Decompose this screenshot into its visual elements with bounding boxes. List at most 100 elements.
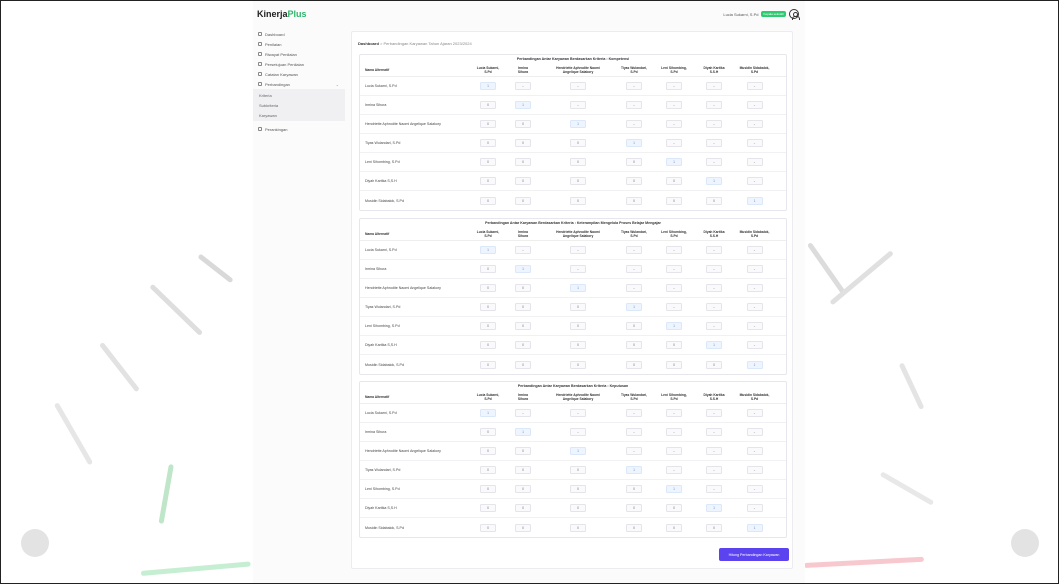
comparison-select[interactable]: ⌄ xyxy=(570,246,586,254)
comparison-select[interactable]: ⌄ xyxy=(626,284,642,292)
derived-value: 0 xyxy=(515,284,531,292)
comparison-select[interactable]: ⌄ xyxy=(706,139,722,147)
matrix-cell: ⌄ xyxy=(540,409,616,417)
row-name: Lucia Sukarni, S.Pd xyxy=(365,84,397,88)
comparison-select[interactable]: ⌄ xyxy=(706,409,722,417)
comparison-select[interactable]: ⌄ xyxy=(706,265,722,273)
matrix-cell: 0 xyxy=(540,523,616,532)
comparison-select[interactable]: ⌄ xyxy=(706,322,722,330)
user-menu[interactable]: Lucia Sukarni, S.Pd Kepala sekolah xyxy=(723,9,800,20)
comparison-select[interactable]: ⌄ xyxy=(666,303,682,311)
derived-value: 0 xyxy=(515,120,531,128)
comparison-select[interactable]: ⌄ xyxy=(746,139,763,147)
comparison-select[interactable]: ⌄ xyxy=(570,265,586,273)
comparison-select[interactable]: ⌄ xyxy=(706,101,722,109)
comparison-select[interactable]: ⌄ xyxy=(746,101,763,109)
user-avatar-icon[interactable] xyxy=(789,9,800,20)
comparison-select[interactable]: ⌄ xyxy=(666,246,682,254)
comparison-select[interactable]: ⌄ xyxy=(746,504,763,512)
comparison-select[interactable]: ⌄ xyxy=(706,303,722,311)
sidebar-item-label: Perbandingan xyxy=(265,81,290,87)
comparison-select[interactable]: ⌄ xyxy=(666,139,682,147)
sidebar-item-riwayat[interactable]: Riwayat Penilaian xyxy=(253,49,345,59)
comparison-select[interactable]: ⌄ xyxy=(515,82,531,90)
comparison-select[interactable]: ⌄ xyxy=(666,447,682,455)
comparison-select[interactable]: ⌄ xyxy=(746,341,763,349)
matrix-cell: ⌄ xyxy=(616,101,652,109)
matrix-cell: 1 xyxy=(506,265,540,273)
comparison-table: Perbandingan Antar Karyawan Berdasarkan … xyxy=(359,54,787,211)
comparison-select[interactable]: ⌄ xyxy=(706,158,722,166)
comparison-select[interactable]: ⌄ xyxy=(706,428,722,436)
comparison-select[interactable]: ⌄ xyxy=(706,246,722,254)
comparison-select[interactable]: ⌄ xyxy=(626,101,642,109)
brand-logo[interactable]: KinerjaPlus xyxy=(257,9,307,19)
comparison-select[interactable]: ⌄ xyxy=(570,428,586,436)
matrix-cell: ⌄ xyxy=(652,246,696,254)
comparison-select[interactable]: ⌄ xyxy=(746,284,763,292)
sidebar-item-dashboard[interactable]: Dashboard xyxy=(253,29,345,39)
comparison-select[interactable]: ⌄ xyxy=(570,82,586,90)
comparison-select[interactable]: ⌄ xyxy=(746,303,763,311)
ranking-icon xyxy=(258,127,262,131)
comparison-select[interactable]: ⌄ xyxy=(515,246,531,254)
comparison-select[interactable]: ⌄ xyxy=(626,265,642,273)
comparison-select[interactable]: ⌄ xyxy=(666,265,682,273)
comparison-select[interactable]: ⌄ xyxy=(570,101,586,109)
comparison-select[interactable]: ⌄ xyxy=(666,120,682,128)
comparison-select[interactable]: ⌄ xyxy=(746,428,763,436)
sidebar-subitem-karyawan[interactable]: Karyawan xyxy=(253,110,345,120)
breadcrumb-root[interactable]: Dashboard xyxy=(358,41,379,46)
sidebar-subitem-subkriteria[interactable]: Subkriteria xyxy=(253,100,345,110)
comparison-select[interactable]: ⌄ xyxy=(666,428,682,436)
comparison-select[interactable]: ⌄ xyxy=(746,466,763,474)
sidebar-item-penilaian[interactable]: Penilaian xyxy=(253,39,345,49)
matrix-cell: ⌄ xyxy=(696,101,732,109)
comparison-select[interactable]: ⌄ xyxy=(666,466,682,474)
comparison-select[interactable]: ⌄ xyxy=(626,428,642,436)
derived-value: 0 xyxy=(570,485,586,493)
matrix-cell: 0 xyxy=(506,322,540,330)
comparison-select[interactable]: ⌄ xyxy=(746,120,763,128)
matrix-cell: 0 xyxy=(540,139,616,147)
comparison-select[interactable]: ⌄ xyxy=(706,284,722,292)
comparison-select[interactable]: ⌄ xyxy=(746,158,763,166)
sidebar-subitem-kriteria[interactable]: Kriteria xyxy=(253,90,345,100)
comparison-select[interactable]: ⌄ xyxy=(706,120,722,128)
comparison-select[interactable]: ⌄ xyxy=(706,447,722,455)
sidebar-item-persetujuan[interactable]: Persetujuan Penilaian xyxy=(253,59,345,69)
comparison-select[interactable]: ⌄ xyxy=(666,101,682,109)
sidebar-item-perbandingan[interactable]: Perbandingan ⌄ xyxy=(253,79,345,89)
sidebar-item-perankingan[interactable]: Perankingan xyxy=(253,124,345,134)
comparison-select[interactable]: ⌄ xyxy=(746,485,763,493)
comparison-select[interactable]: ⌄ xyxy=(666,284,682,292)
calculate-comparison-button[interactable]: Hitung Perbandingan Karyawan xyxy=(719,548,789,561)
comparison-select[interactable]: ⌄ xyxy=(666,409,682,417)
comparison-select[interactable]: ⌄ xyxy=(746,322,763,330)
comparison-select[interactable]: ⌄ xyxy=(746,82,763,90)
comparison-select[interactable]: ⌄ xyxy=(706,466,722,474)
matrix-cell: ⌄ xyxy=(696,265,732,273)
comparison-select[interactable]: ⌄ xyxy=(666,82,682,90)
comparison-select[interactable]: ⌄ xyxy=(626,409,642,417)
derived-value: 0 xyxy=(570,303,586,311)
derived-value: 0 xyxy=(480,196,496,205)
matrix-cell: 0 xyxy=(506,447,540,455)
comparison-select[interactable]: ⌄ xyxy=(746,177,763,185)
matrix-cell: ⌄ xyxy=(506,82,540,90)
comparison-select[interactable]: ⌄ xyxy=(746,409,763,417)
comparison-select[interactable]: ⌄ xyxy=(706,82,722,90)
comparison-select[interactable]: ⌄ xyxy=(626,246,642,254)
comparison-select[interactable]: ⌄ xyxy=(746,265,763,273)
comparison-select[interactable]: ⌄ xyxy=(746,447,763,455)
table-row: Irmina Sihura 0 1 ⌄ ⌄ ⌄ ⌄ ⌄ xyxy=(360,96,786,115)
comparison-select[interactable]: ⌄ xyxy=(746,246,763,254)
comparison-select[interactable]: ⌄ xyxy=(570,409,586,417)
comparison-select[interactable]: ⌄ xyxy=(626,120,642,128)
comparison-select[interactable]: ⌄ xyxy=(706,485,722,493)
sidebar-item-catatan[interactable]: Catatan Karyawan xyxy=(253,69,345,79)
header-alternative: Hendriette Aphrodite Naomi Angelique Sala… xyxy=(540,230,616,238)
comparison-select[interactable]: ⌄ xyxy=(626,82,642,90)
comparison-select[interactable]: ⌄ xyxy=(515,409,531,417)
comparison-select[interactable]: ⌄ xyxy=(626,447,642,455)
